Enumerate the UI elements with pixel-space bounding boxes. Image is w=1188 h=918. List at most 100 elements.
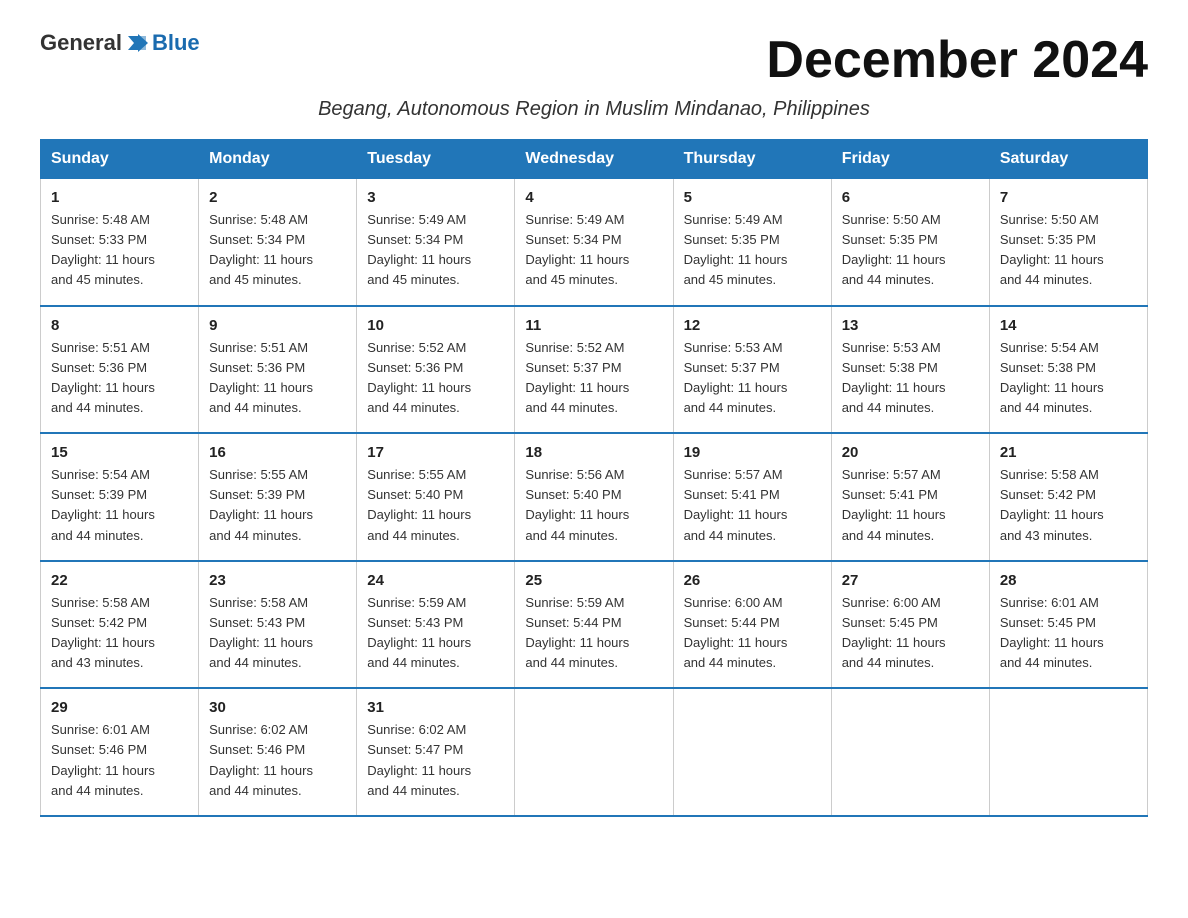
column-header-sunday: Sunday xyxy=(41,140,199,179)
column-header-monday: Monday xyxy=(199,140,357,179)
day-info: Sunrise: 5:51 AMSunset: 5:36 PMDaylight:… xyxy=(209,340,313,415)
column-header-saturday: Saturday xyxy=(989,140,1147,179)
day-number: 13 xyxy=(842,317,979,334)
calendar-cell: 1 Sunrise: 5:48 AMSunset: 5:33 PMDaylight… xyxy=(41,179,199,306)
day-number: 3 xyxy=(367,189,504,206)
calendar-cell: 7Sunrise: 5:50 AMSunset: 5:35 PMDaylight… xyxy=(989,179,1147,306)
day-info: Sunrise: 5:48 AMSunset: 5:34 PMDaylight:… xyxy=(209,212,313,287)
day-info: Sunrise: 6:00 AMSunset: 5:45 PMDaylight:… xyxy=(842,595,946,670)
calendar-week-2: 8 Sunrise: 5:51 AMSunset: 5:36 PMDaylight… xyxy=(41,306,1148,434)
day-info: Sunrise: 5:50 AMSunset: 5:35 PMDaylight:… xyxy=(1000,212,1104,287)
day-info: Sunrise: 5:53 AMSunset: 5:37 PMDaylight:… xyxy=(684,340,788,415)
column-header-friday: Friday xyxy=(831,140,989,179)
day-info: Sunrise: 5:49 AMSunset: 5:34 PMDaylight:… xyxy=(367,212,471,287)
day-number: 1 xyxy=(51,189,188,206)
day-number: 29 xyxy=(51,699,188,716)
day-info: Sunrise: 5:52 AMSunset: 5:36 PMDaylight:… xyxy=(367,340,471,415)
page-title: December 2024 xyxy=(766,30,1148,90)
day-number: 12 xyxy=(684,317,821,334)
day-number: 10 xyxy=(367,317,504,334)
calendar-week-1: 1 Sunrise: 5:48 AMSunset: 5:33 PMDaylight… xyxy=(41,179,1148,306)
calendar-week-3: 15Sunrise: 5:54 AMSunset: 5:39 PMDayligh… xyxy=(41,433,1148,561)
day-number: 27 xyxy=(842,572,979,589)
calendar-week-5: 29 Sunrise: 6:01 AMSunset: 5:46 PMDayligh… xyxy=(41,688,1148,816)
calendar-cell xyxy=(989,688,1147,816)
day-info: Sunrise: 6:02 AMSunset: 5:47 PMDaylight:… xyxy=(367,722,471,797)
calendar-cell: 10 Sunrise: 5:52 AMSunset: 5:36 PMDayligh… xyxy=(357,306,515,434)
logo: General Blue xyxy=(40,30,200,56)
calendar-cell: 31Sunrise: 6:02 AMSunset: 5:47 PMDayligh… xyxy=(357,688,515,816)
header: General Blue December 2024 xyxy=(40,30,1148,90)
calendar-body: 1 Sunrise: 5:48 AMSunset: 5:33 PMDaylight… xyxy=(41,179,1148,816)
calendar-cell: 15Sunrise: 5:54 AMSunset: 5:39 PMDayligh… xyxy=(41,433,199,561)
column-header-thursday: Thursday xyxy=(673,140,831,179)
day-number: 25 xyxy=(525,572,662,589)
calendar-cell: 5 Sunrise: 5:49 AMSunset: 5:35 PMDaylight… xyxy=(673,179,831,306)
day-number: 5 xyxy=(684,189,821,206)
day-number: 4 xyxy=(525,189,662,206)
day-number: 20 xyxy=(842,444,979,461)
day-info: Sunrise: 5:58 AMSunset: 5:42 PMDaylight:… xyxy=(1000,467,1104,542)
day-info: Sunrise: 5:56 AMSunset: 5:40 PMDaylight:… xyxy=(525,467,629,542)
column-header-wednesday: Wednesday xyxy=(515,140,673,179)
calendar-cell: 16 Sunrise: 5:55 AMSunset: 5:39 PMDayligh… xyxy=(199,433,357,561)
day-number: 24 xyxy=(367,572,504,589)
day-info: Sunrise: 5:59 AMSunset: 5:44 PMDaylight:… xyxy=(525,595,629,670)
day-number: 28 xyxy=(1000,572,1137,589)
calendar-cell: 11 Sunrise: 5:52 AMSunset: 5:37 PMDayligh… xyxy=(515,306,673,434)
column-header-tuesday: Tuesday xyxy=(357,140,515,179)
calendar-cell: 14 Sunrise: 5:54 AMSunset: 5:38 PMDayligh… xyxy=(989,306,1147,434)
calendar-cell: 20Sunrise: 5:57 AMSunset: 5:41 PMDayligh… xyxy=(831,433,989,561)
calendar-cell: 22 Sunrise: 5:58 AMSunset: 5:42 PMDayligh… xyxy=(41,561,199,689)
day-info: Sunrise: 5:55 AMSunset: 5:40 PMDaylight:… xyxy=(367,467,471,542)
day-number: 8 xyxy=(51,317,188,334)
logo-text-general: General xyxy=(40,30,122,56)
calendar-cell: 3 Sunrise: 5:49 AMSunset: 5:34 PMDaylight… xyxy=(357,179,515,306)
calendar-cell: 27 Sunrise: 6:00 AMSunset: 5:45 PMDayligh… xyxy=(831,561,989,689)
day-info: Sunrise: 5:49 AMSunset: 5:34 PMDaylight:… xyxy=(525,212,629,287)
day-number: 15 xyxy=(51,444,188,461)
calendar-cell: 30Sunrise: 6:02 AMSunset: 5:46 PMDayligh… xyxy=(199,688,357,816)
calendar-cell: 23Sunrise: 5:58 AMSunset: 5:43 PMDayligh… xyxy=(199,561,357,689)
day-number: 11 xyxy=(525,317,662,334)
day-number: 14 xyxy=(1000,317,1137,334)
day-info: Sunrise: 5:48 AMSunset: 5:33 PMDaylight:… xyxy=(51,212,155,287)
logo-text-blue: Blue xyxy=(152,30,200,56)
day-info: Sunrise: 6:01 AMSunset: 5:45 PMDaylight:… xyxy=(1000,595,1104,670)
subtitle: Begang, Autonomous Region in Muslim Mind… xyxy=(40,98,1148,121)
day-info: Sunrise: 5:51 AMSunset: 5:36 PMDaylight:… xyxy=(51,340,155,415)
day-info: Sunrise: 5:52 AMSunset: 5:37 PMDaylight:… xyxy=(525,340,629,415)
calendar-cell: 26 Sunrise: 6:00 AMSunset: 5:44 PMDayligh… xyxy=(673,561,831,689)
calendar-header-row: SundayMondayTuesdayWednesdayThursdayFrid… xyxy=(41,140,1148,179)
day-info: Sunrise: 5:55 AMSunset: 5:39 PMDaylight:… xyxy=(209,467,313,542)
day-number: 16 xyxy=(209,444,346,461)
day-number: 23 xyxy=(209,572,346,589)
calendar-cell: 29 Sunrise: 6:01 AMSunset: 5:46 PMDayligh… xyxy=(41,688,199,816)
day-info: Sunrise: 5:50 AMSunset: 5:35 PMDaylight:… xyxy=(842,212,946,287)
calendar-cell: 13 Sunrise: 5:53 AMSunset: 5:38 PMDayligh… xyxy=(831,306,989,434)
day-number: 26 xyxy=(684,572,821,589)
calendar-cell: 25 Sunrise: 5:59 AMSunset: 5:44 PMDayligh… xyxy=(515,561,673,689)
calendar-cell xyxy=(515,688,673,816)
day-number: 17 xyxy=(367,444,504,461)
calendar-cell: 8 Sunrise: 5:51 AMSunset: 5:36 PMDaylight… xyxy=(41,306,199,434)
day-info: Sunrise: 6:00 AMSunset: 5:44 PMDaylight:… xyxy=(684,595,788,670)
day-number: 22 xyxy=(51,572,188,589)
day-number: 18 xyxy=(525,444,662,461)
calendar-cell: 6 Sunrise: 5:50 AMSunset: 5:35 PMDaylight… xyxy=(831,179,989,306)
day-info: Sunrise: 5:49 AMSunset: 5:35 PMDaylight:… xyxy=(684,212,788,287)
calendar-week-4: 22 Sunrise: 5:58 AMSunset: 5:42 PMDayligh… xyxy=(41,561,1148,689)
day-number: 6 xyxy=(842,189,979,206)
day-info: Sunrise: 6:01 AMSunset: 5:46 PMDaylight:… xyxy=(51,722,155,797)
day-number: 21 xyxy=(1000,444,1137,461)
calendar-cell: 9Sunrise: 5:51 AMSunset: 5:36 PMDaylight… xyxy=(199,306,357,434)
day-info: Sunrise: 5:53 AMSunset: 5:38 PMDaylight:… xyxy=(842,340,946,415)
day-info: Sunrise: 5:57 AMSunset: 5:41 PMDaylight:… xyxy=(684,467,788,542)
day-info: Sunrise: 5:58 AMSunset: 5:42 PMDaylight:… xyxy=(51,595,155,670)
calendar-cell: 17 Sunrise: 5:55 AMSunset: 5:40 PMDayligh… xyxy=(357,433,515,561)
day-number: 19 xyxy=(684,444,821,461)
day-info: Sunrise: 5:54 AMSunset: 5:38 PMDaylight:… xyxy=(1000,340,1104,415)
calendar-cell: 12 Sunrise: 5:53 AMSunset: 5:37 PMDayligh… xyxy=(673,306,831,434)
day-info: Sunrise: 6:02 AMSunset: 5:46 PMDaylight:… xyxy=(209,722,313,797)
calendar-cell: 28 Sunrise: 6:01 AMSunset: 5:45 PMDayligh… xyxy=(989,561,1147,689)
